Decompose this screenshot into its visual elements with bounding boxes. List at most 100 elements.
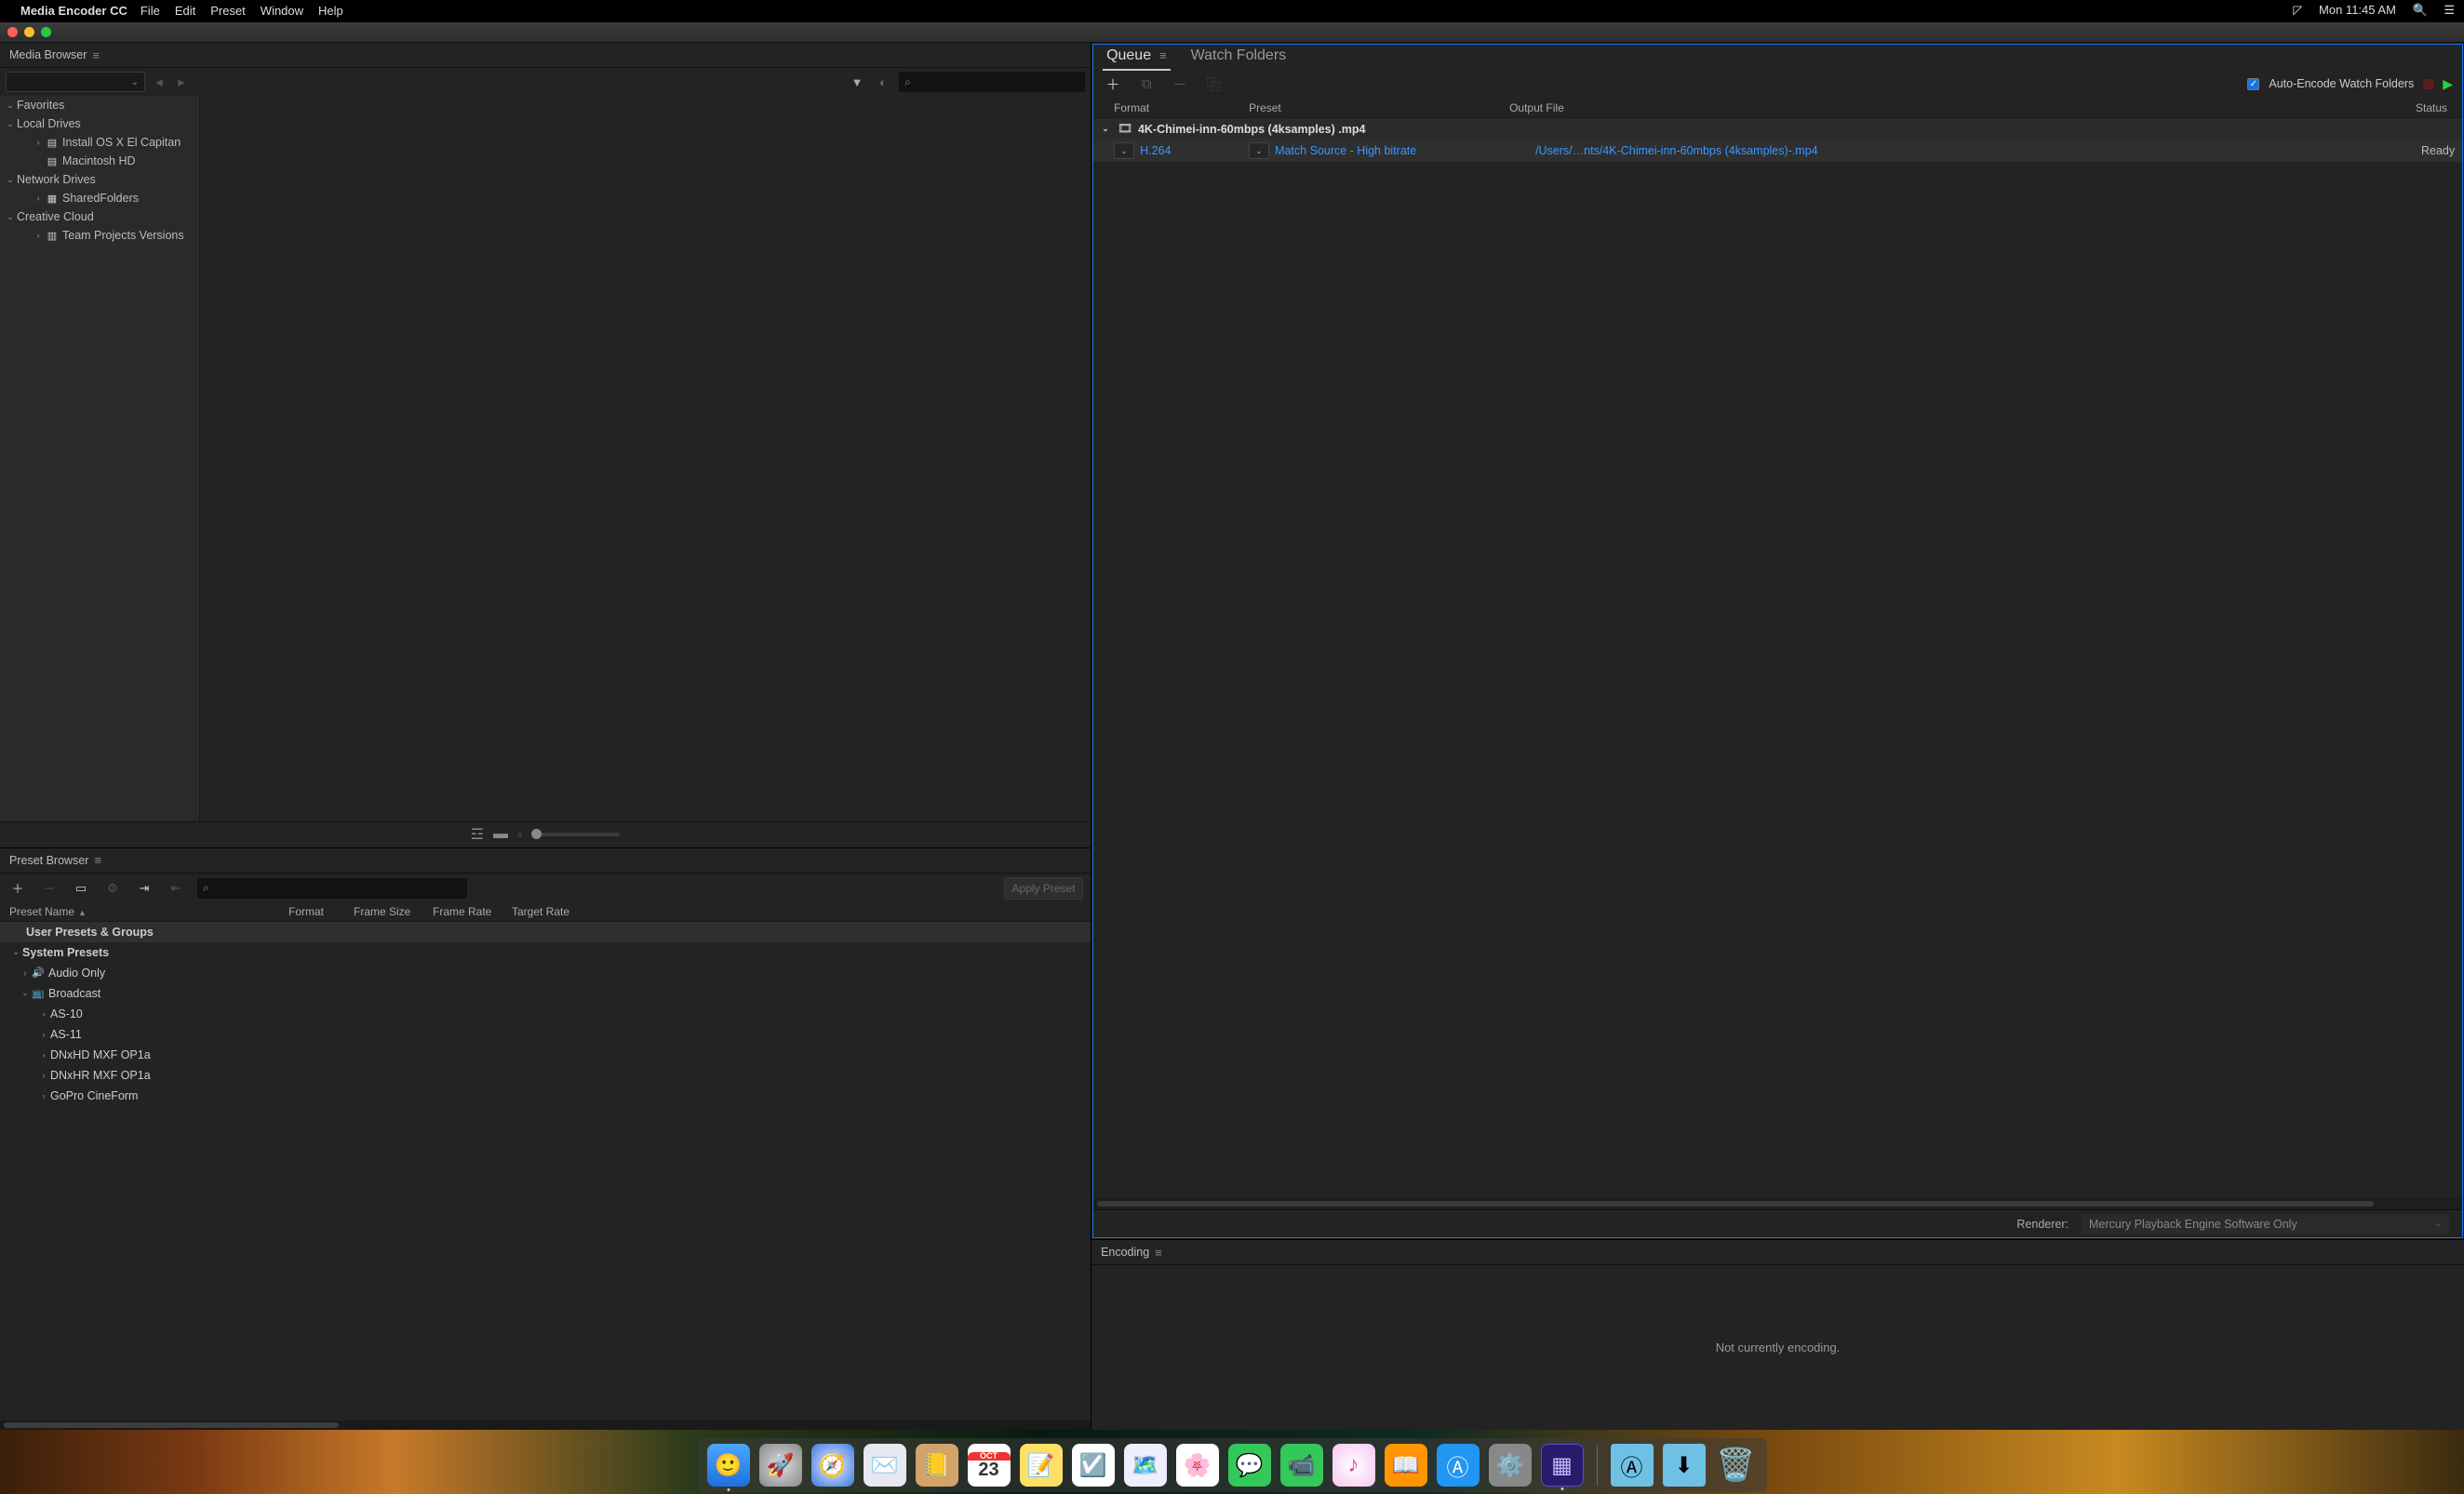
dock-downloads-folder-icon[interactable]: ⬇︎	[1663, 1444, 1706, 1487]
delete-preset-icon[interactable]: －	[39, 879, 60, 897]
panel-menu-icon[interactable]: ≡	[94, 853, 101, 867]
queue-output-row[interactable]: ⌄ H.264 ⌄ Match Source - High bitrate /U…	[1093, 140, 2462, 162]
nav-forward-icon[interactable]: ▸	[173, 73, 190, 90]
queue-h-scrollbar[interactable]	[1093, 1198, 2462, 1209]
menu-extras-icon[interactable]: ☰	[2444, 3, 2455, 17]
menu-preset[interactable]: Preset	[210, 4, 246, 18]
auto-encode-label[interactable]: Auto-Encode Watch Folders	[2269, 77, 2414, 90]
auto-encode-checkbox[interactable]: ✓	[2247, 78, 2259, 90]
preset-group-system[interactable]: ⌄System Presets	[0, 942, 1091, 963]
tree-team-projects[interactable]: ›▥Team Projects Versions	[0, 226, 199, 245]
dock-appstore-icon[interactable]: Ⓐ	[1437, 1444, 1480, 1487]
preset-group-audio[interactable]: ›🔊Audio Only	[0, 963, 1091, 983]
tree-drive-macintoshhd[interactable]: ▤Macintosh HD	[0, 152, 199, 170]
preset-h-scrollbar[interactable]	[0, 1421, 1091, 1430]
window-titlebar[interactable]	[0, 22, 2464, 43]
view-list-icon[interactable]: ☲	[471, 825, 484, 844]
dock-facetime-icon[interactable]: 📹	[1280, 1444, 1323, 1487]
preset-gopro[interactable]: ›GoPro CineForm	[0, 1086, 1091, 1106]
window-zoom-button[interactable]	[41, 27, 51, 37]
dock-maps-icon[interactable]: 🗺️	[1124, 1444, 1167, 1487]
tree-shared-folders[interactable]: ›▦SharedFolders	[0, 189, 199, 207]
queue-preset[interactable]: Match Source - High bitrate	[1275, 144, 1535, 157]
menubar-clock[interactable]: Mon 11:45 AM	[2319, 3, 2396, 17]
tab-queue[interactable]: Queue ≡	[1103, 45, 1171, 70]
nav-back-icon[interactable]: ◂	[151, 73, 167, 90]
stop-queue-button[interactable]	[2423, 79, 2433, 89]
tree-drive-installosx[interactable]: ›▤Install OS X El Capitan	[0, 133, 199, 152]
dock-notes-icon[interactable]: 📝	[1020, 1444, 1063, 1487]
view-thumb-icon[interactable]: ▬	[493, 826, 508, 843]
preset-search[interactable]: ⌕	[197, 878, 467, 899]
new-group-icon[interactable]: ▭	[71, 881, 91, 896]
menu-edit[interactable]: Edit	[175, 4, 195, 18]
dock-photos-icon[interactable]: 🌸	[1176, 1444, 1219, 1487]
cc-status-icon[interactable]: ◸	[2293, 3, 2302, 17]
tree-network-drives[interactable]: ⌄Network Drives	[0, 170, 199, 189]
dock-applications-folder-icon[interactable]: Ⓐ	[1611, 1444, 1654, 1487]
dock-itunes-icon[interactable]: ♪	[1332, 1444, 1375, 1487]
preset-as10[interactable]: ›AS-10	[0, 1004, 1091, 1024]
preset-columns-header[interactable]: Preset Name▲ Format Frame Size Frame Rat…	[0, 903, 1091, 922]
preset-as11[interactable]: ›AS-11	[0, 1024, 1091, 1045]
preset-group-broadcast[interactable]: ⌄📺Broadcast	[0, 983, 1091, 1004]
new-preset-icon[interactable]: ＋	[7, 879, 28, 897]
dock-ibooks-icon[interactable]: 📖	[1385, 1444, 1427, 1487]
queue-source-row[interactable]: ⌄ 🎞 4K-Chimei-inn-60mbps (4ksamples) .mp…	[1093, 118, 2462, 140]
app-name[interactable]: Media Encoder CC	[20, 4, 127, 18]
queue-columns-header[interactable]: Format Preset Output File Status	[1093, 98, 2462, 118]
renderer-dropdown[interactable]: Mercury Playback Engine Software Only⌄	[2082, 1214, 2449, 1234]
tree-local-drives[interactable]: ⌄Local Drives	[0, 114, 199, 133]
queue-source-name: 4K-Chimei-inn-60mbps (4ksamples) .mp4	[1138, 123, 1366, 136]
dock-safari-icon[interactable]: 🧭	[811, 1444, 854, 1487]
add-output-icon[interactable]: ⧉	[1136, 76, 1157, 92]
dock-reminders-icon[interactable]: ☑️	[1072, 1444, 1115, 1487]
dock-mail-icon[interactable]: ✉️	[864, 1444, 906, 1487]
window-minimize-button[interactable]	[24, 27, 34, 37]
dock-finder-icon[interactable]: 🙂	[707, 1444, 750, 1487]
preset-dnxhd[interactable]: ›DNxHD MXF OP1a	[0, 1045, 1091, 1065]
spotlight-icon[interactable]: 🔍	[2413, 3, 2428, 17]
panel-menu-icon[interactable]: ≡	[1159, 48, 1167, 62]
tree-favorites[interactable]: ⌄Favorites	[0, 96, 199, 114]
media-browser-tree[interactable]: ⌄Favorites ⌄Local Drives ›▤Install OS X …	[0, 96, 200, 821]
preset-dropdown[interactable]: ⌄	[1249, 142, 1269, 159]
export-preset-icon[interactable]: ⇤	[166, 881, 186, 896]
video-file-icon: 🎞	[1118, 122, 1132, 136]
menu-window[interactable]: Window	[261, 4, 303, 18]
dock-calendar-icon[interactable]: OCT23	[968, 1444, 1011, 1487]
panel-menu-icon[interactable]: ≡	[92, 48, 100, 62]
dock-syspref-icon[interactable]: ⚙️	[1489, 1444, 1532, 1487]
import-preset-icon[interactable]: ⇥	[134, 881, 154, 896]
window-close-button[interactable]	[7, 27, 18, 37]
media-browser-path-combo[interactable]: ⌄	[6, 72, 145, 92]
encoding-status-message: Not currently encoding.	[1716, 1341, 1841, 1354]
ingest-icon[interactable]: ◐	[873, 75, 893, 89]
menu-help[interactable]: Help	[318, 4, 343, 18]
start-queue-button[interactable]: ▶	[2443, 76, 2453, 92]
media-browser-search[interactable]: ⌕	[899, 72, 1085, 92]
queue-output-path[interactable]: /Users/…nts/4K-Chimei-inn-60mbps (4ksamp…	[1535, 144, 2421, 157]
preset-settings-icon[interactable]: ⚙	[102, 881, 123, 896]
queue-format[interactable]: H.264	[1140, 144, 1249, 157]
apply-preset-button[interactable]: Apply Preset	[1004, 877, 1083, 900]
media-browser-content[interactable]	[200, 96, 1091, 821]
preset-group-user[interactable]: User Presets & Groups	[0, 922, 1091, 942]
format-dropdown[interactable]: ⌄	[1114, 142, 1134, 159]
dock-media-encoder-icon[interactable]: ▦	[1541, 1444, 1584, 1487]
filter-icon[interactable]: ▼	[847, 75, 867, 89]
dock-contacts-icon[interactable]: 📒	[916, 1444, 958, 1487]
desktop[interactable]: 🙂 🚀 🧭 ✉️ 📒 OCT23 📝 ☑️ 🗺️ 🌸 💬 📹 ♪ 📖 Ⓐ ⚙️ …	[0, 1430, 2464, 1494]
tree-creative-cloud[interactable]: ⌄Creative Cloud	[0, 207, 199, 226]
dock-messages-icon[interactable]: 💬	[1228, 1444, 1271, 1487]
menu-file[interactable]: File	[141, 4, 160, 18]
preset-dnxhr[interactable]: ›DNxHR MXF OP1a	[0, 1065, 1091, 1086]
panel-menu-icon[interactable]: ≡	[1155, 1246, 1162, 1260]
tab-watch-folders[interactable]: Watch Folders	[1187, 45, 1291, 70]
remove-icon[interactable]: －	[1170, 74, 1190, 94]
duplicate-icon[interactable]: ⿻	[1203, 74, 1224, 94]
dock-trash-icon[interactable]: 🗑️	[1715, 1444, 1758, 1487]
thumbnail-size-slider[interactable]	[531, 833, 620, 836]
dock-launchpad-icon[interactable]: 🚀	[759, 1444, 802, 1487]
add-source-icon[interactable]: ＋	[1103, 74, 1123, 94]
